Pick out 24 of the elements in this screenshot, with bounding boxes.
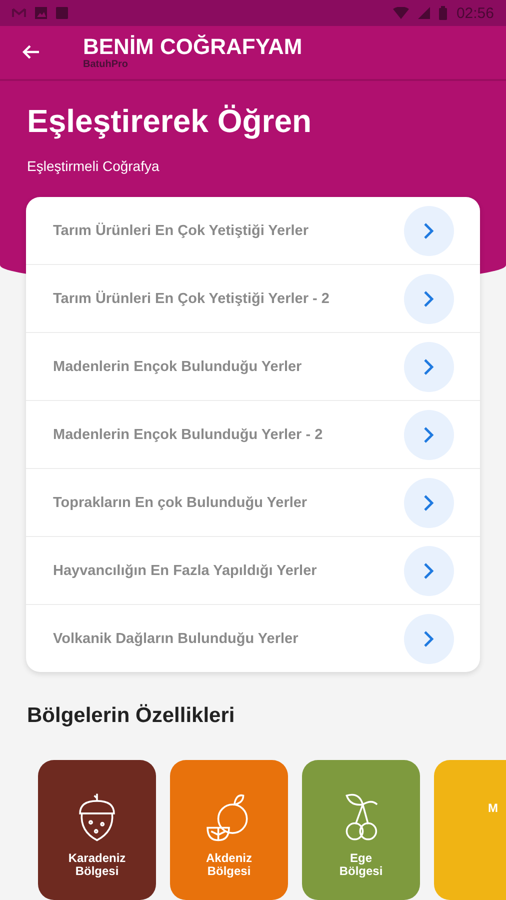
signal-icon	[418, 7, 430, 20]
topic-item[interactable]: Tarım Ürünleri En Çok Yetiştiği Yerler - 2	[26, 265, 480, 334]
topic-item[interactable]: Volkanik Dağların Bulunduğu Yerler	[26, 605, 480, 672]
region-card[interactable]: Karadeniz Bölgesi	[38, 760, 156, 900]
page-title: Eşleştirerek Öğren	[27, 102, 312, 140]
battery-icon	[439, 6, 448, 20]
topic-item[interactable]: Toprakların En çok Bulunduğu Yerler	[26, 469, 480, 538]
topic-item[interactable]: Hayvancılığın En Fazla Yapıldığı Yerler	[26, 537, 480, 606]
clock-time: 02:56	[456, 4, 494, 22]
region-card[interactable]: Ege Bölgesi	[302, 760, 420, 900]
section-title: Bölgelerin Özellikleri	[27, 704, 235, 728]
wifi-icon	[393, 7, 410, 20]
topic-item[interactable]: Madenlerin Ençok Bulunduğu Yerler - 2	[26, 401, 480, 470]
region-card[interactable]: Akdeniz Bölgesi	[170, 760, 288, 900]
app-subtitle: BatuhPro	[83, 58, 129, 70]
notification-icon	[12, 8, 26, 18]
back-arrow-icon[interactable]	[22, 44, 40, 60]
region-card[interactable]: M	[434, 760, 506, 900]
page-subtitle: Eşleştirmeli Coğrafya	[27, 158, 160, 174]
image-icon	[35, 7, 47, 20]
app-icon	[56, 7, 68, 20]
topic-item[interactable]: Tarım Ürünleri En Çok Yetiştiği Yerler	[26, 197, 480, 266]
topic-item[interactable]: Madenlerin Ençok Bulunduğu Yerler	[26, 333, 480, 402]
app-title: BENİM COĞRAFYAM	[83, 34, 302, 59]
